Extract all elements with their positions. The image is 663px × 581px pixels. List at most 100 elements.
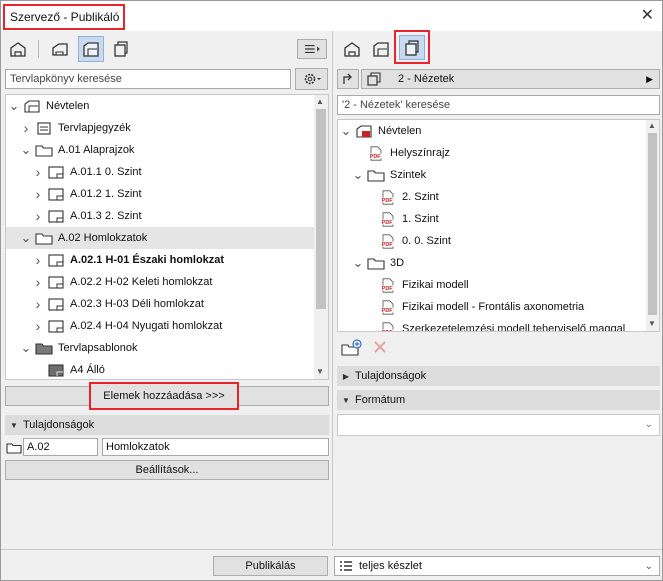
pdf-icon: PDF: [378, 211, 398, 227]
tree-row[interactable]: › A.02.1 H-01 Északi homlokzat: [6, 249, 315, 271]
tree-row[interactable]: ⌄ Névtelen: [6, 95, 315, 117]
scrollbar-thumb[interactable]: [648, 133, 657, 315]
tree-row-label: A.01.1 0. Szint: [70, 166, 142, 178]
folder-icon: [366, 255, 386, 271]
set-dropdown[interactable]: teljes készlet ⌄: [334, 556, 660, 576]
publisher-root-icon: [354, 123, 374, 139]
properties-label: Tulajdonságok: [23, 419, 95, 431]
tree-row[interactable]: ⌄ 3D: [338, 252, 646, 274]
right-properties-header[interactable]: ▶ Tulajdonságok: [337, 366, 660, 386]
publisher-set-name: 2 - Nézetek: [398, 73, 455, 85]
tree-row[interactable]: PDF Fizikai modell: [338, 274, 646, 296]
tree-row-label: A.01 Alaprajzok: [58, 144, 135, 156]
format-header[interactable]: ▼ Formátum: [337, 390, 660, 410]
chevron-down-icon[interactable]: ⌄: [20, 143, 32, 156]
publish-button[interactable]: Publikálás: [213, 556, 328, 576]
new-folder-icon[interactable]: [341, 339, 363, 359]
add-elements-button[interactable]: Elemek hozzáadása >>>: [89, 382, 239, 410]
layout-book-icon[interactable]: [78, 36, 104, 62]
publisher-set-selector[interactable]: 2 - Nézetek ▶: [361, 69, 660, 89]
chevron-down-icon[interactable]: ⌄: [20, 231, 32, 244]
tree-row-label: Szerkezetelemzési modell teherviselő mag…: [402, 323, 626, 332]
chevron-right-icon[interactable]: ›: [32, 296, 44, 312]
tree-row[interactable]: ⌄ A.02 Homlokzatok: [6, 227, 315, 249]
folder-icon: [34, 142, 54, 158]
chevron-down-icon[interactable]: ⌄: [352, 256, 364, 269]
left-tree-scrollbar[interactable]: ▲ ▼: [314, 95, 328, 379]
chevron-right-icon[interactable]: ›: [32, 208, 44, 224]
tree-row-label: Névtelen: [46, 100, 90, 112]
chevron-right-icon[interactable]: ›: [32, 186, 44, 202]
tree-row[interactable]: › A.02.3 H-03 Déli homlokzat: [6, 293, 315, 315]
chevron-right-icon[interactable]: ›: [20, 120, 32, 136]
layout-book-icon[interactable]: [370, 38, 392, 60]
tree-row[interactable]: › Tervlapjegyzék: [6, 117, 315, 139]
tree-row[interactable]: ⌄ Névtelen: [338, 120, 646, 142]
tree-row-label: 3D: [390, 257, 405, 269]
tree-row-label: 0. 0. Szint: [402, 235, 451, 247]
pdf-icon: PDF: [378, 189, 398, 205]
search-settings-gear-icon[interactable]: [295, 68, 328, 90]
tree-row-label: A.02.4 H-04 Nyugati homlokzat: [70, 320, 223, 332]
project-map-icon[interactable]: [7, 38, 29, 60]
project-map-icon[interactable]: [341, 38, 363, 60]
layout-icon: [46, 252, 66, 268]
layout-list-icon: [34, 120, 54, 136]
tree-row[interactable]: › A.02.2 H-02 Keleti homlokzat: [6, 271, 315, 293]
publisher-set-search-input[interactable]: '2 - Nézetek' keresése: [337, 95, 660, 115]
tree-row[interactable]: A4 Álló: [6, 359, 315, 379]
tree-row[interactable]: PDF 2. Szint: [338, 186, 646, 208]
properties-label: Tulajdonságok: [355, 370, 427, 382]
chevron-right-icon[interactable]: ›: [32, 252, 44, 268]
settings-button[interactable]: Beállítások...: [5, 460, 329, 480]
prop-name-field[interactable]: Homlokzatok: [102, 438, 329, 456]
chevron-down-icon[interactable]: ⌄: [340, 124, 352, 137]
folder-icon: [6, 441, 22, 455]
view-map-icon[interactable]: [49, 38, 71, 60]
tree-row[interactable]: › A.01.1 0. Szint: [6, 161, 315, 183]
tree-row[interactable]: › A.01.2 1. Szint: [6, 183, 315, 205]
right-tree-scrollbar[interactable]: ▲ ▼: [646, 120, 659, 331]
format-label: Formátum: [355, 394, 406, 406]
chevron-right-icon[interactable]: ›: [32, 274, 44, 290]
scrollbar-thumb[interactable]: [316, 109, 326, 309]
organizer-window: Szervező - Publikáló ✕ Tervlapkönyv kere…: [0, 0, 663, 581]
publisher-set-tree[interactable]: ⌄ Névtelen PDF Helyszínrajz ⌄ Szintek PDF 2. Sz…: [337, 119, 660, 332]
folder-dark-icon: [34, 340, 54, 356]
layout-book-tree[interactable]: ⌄ Névtelen › Tervlapjegyzék ⌄ A.01 Alaprajzok…: [5, 94, 329, 380]
layout-book-search-input[interactable]: Tervlapkönyv keresése: [5, 69, 291, 89]
tree-row-label: A.02 Homlokzatok: [58, 232, 148, 244]
chevron-right-icon[interactable]: ›: [32, 164, 44, 180]
tree-row[interactable]: › A.01.3 2. Szint: [6, 205, 315, 227]
svg-text:PDF: PDF: [382, 308, 394, 314]
chevron-down-icon[interactable]: ⌄: [352, 168, 364, 181]
tree-row[interactable]: ⌄ A.01 Alaprajzok: [6, 139, 315, 161]
publisher-sets-icon[interactable]: [110, 38, 132, 60]
tree-row-label: Szintek: [390, 169, 427, 181]
close-icon[interactable]: ✕: [641, 5, 654, 25]
tree-row[interactable]: PDF 0. 0. Szint: [338, 230, 646, 252]
menu-icon[interactable]: [297, 39, 327, 59]
expand-arrow-icon: ▼: [10, 420, 18, 430]
tree-row[interactable]: ⌄ Tervlapsablonok: [6, 337, 315, 359]
tree-row[interactable]: › A.02.4 H-04 Nyugati homlokzat: [6, 315, 315, 337]
prop-id-field[interactable]: A.02: [23, 438, 98, 456]
pdf-icon: PDF: [378, 321, 398, 331]
chevron-down-icon[interactable]: ⌄: [8, 99, 20, 112]
left-properties-header[interactable]: ▼ Tulajdonságok: [5, 415, 329, 435]
tree-row[interactable]: ⌄ Szintek: [338, 164, 646, 186]
tree-row[interactable]: PDF Fizikai modell - Frontális axonometri…: [338, 296, 646, 318]
publisher-sets-icon[interactable]: [399, 35, 425, 60]
tree-row[interactable]: PDF Szerkezetelemzési modell teherviselő …: [338, 318, 646, 332]
go-up-icon[interactable]: [337, 69, 359, 89]
tree-row[interactable]: PDF Helyszínrajz: [338, 142, 646, 164]
chevron-right-icon[interactable]: ›: [32, 318, 44, 334]
title-bar: Szervező - Publikáló ✕: [1, 1, 662, 31]
format-dropdown[interactable]: ⌄: [337, 414, 660, 436]
tree-row-label: Fizikai modell: [402, 279, 469, 291]
tree-row[interactable]: PDF 1. Szint: [338, 208, 646, 230]
delete-icon[interactable]: [372, 339, 390, 357]
layout-icon: [46, 208, 66, 224]
chevron-down-icon[interactable]: ⌄: [20, 341, 32, 354]
pane-divider[interactable]: [332, 31, 333, 546]
